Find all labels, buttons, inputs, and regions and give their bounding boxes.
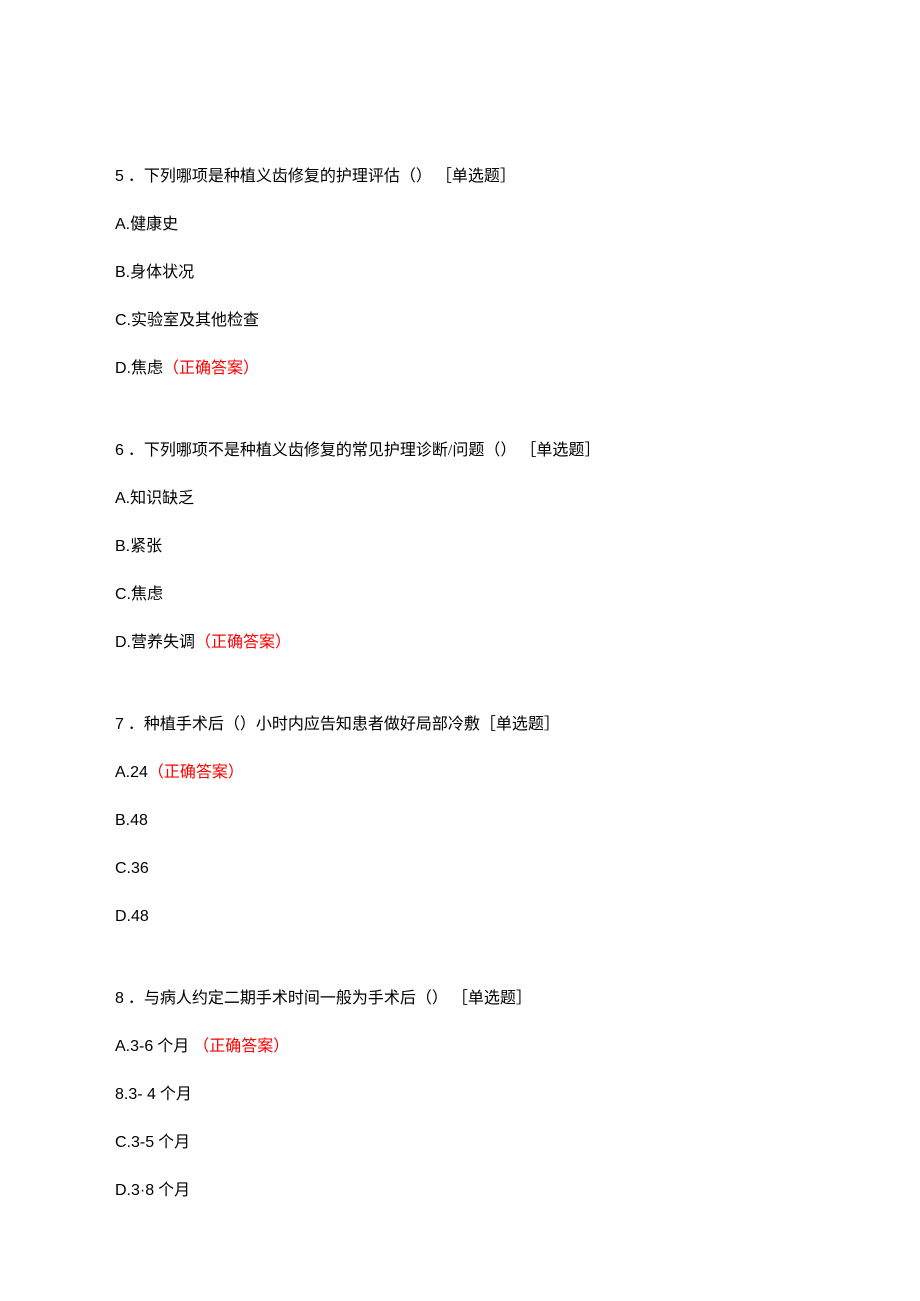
option-d: D.焦虑（正确答案） (115, 357, 805, 381)
option-label: A.3-6 (115, 1038, 153, 1055)
question-7: 7 ．种植手术后（）小时内应告知患者做好局部冷敷［单选题］ A.24（正确答案）… (115, 713, 805, 929)
option-text: 个月 (153, 1038, 193, 1055)
option-text: 紧张 (130, 538, 162, 555)
question-number: 5 (115, 168, 124, 185)
question-stem: 7 ．种植手术后（）小时内应告知患者做好局部冷敷［单选题］ (115, 713, 805, 737)
question-8: 8 ．与病人约定二期手术时间一般为手术后（） ［单选题］ A.3-6 个月 （正… (115, 987, 805, 1203)
option-d: D.48 (115, 905, 805, 929)
option-text: 个月 (156, 1086, 192, 1103)
question-text: ．下列哪项不是种植义齿修复的常见护理诊断/问题（） ［单选题］ (124, 442, 600, 459)
question-stem: 8 ．与病人约定二期手术时间一般为手术后（） ［单选题］ (115, 987, 805, 1011)
option-label: B.48 (115, 812, 148, 829)
correct-marker: （正确答案） (163, 360, 259, 377)
question-number: 7 (115, 716, 124, 733)
option-label: 8.3- 4 (115, 1086, 156, 1103)
option-text: 焦虑 (131, 360, 163, 377)
option-c: C.3-5 个月 (115, 1131, 805, 1155)
question-text: ．种植手术后（）小时内应告知患者做好局部冷敷［单选题］ (124, 716, 560, 733)
question-text: ．与病人约定二期手术时间一般为手术后（） ［单选题］ (124, 990, 532, 1007)
option-label: A. (115, 216, 130, 233)
option-label: C. (115, 312, 131, 329)
option-text: 实验室及其他检查 (131, 312, 259, 329)
option-label: C. (115, 586, 131, 603)
question-6: 6 ．下列哪项不是种植义齿修复的常见护理诊断/问题（） ［单选题］ A.知识缺乏… (115, 439, 805, 655)
option-text: 营养失调 (131, 634, 195, 651)
option-label: D. (115, 360, 131, 377)
correct-marker: （正确答案） (195, 634, 291, 651)
option-b: 8.3- 4 个月 (115, 1083, 805, 1107)
option-text: 个月 (154, 1182, 190, 1199)
correct-marker: （正确答案） (193, 1038, 289, 1055)
option-label: D. (115, 634, 131, 651)
option-d: D.营养失调（正确答案） (115, 631, 805, 655)
option-c: C.36 (115, 857, 805, 881)
question-text: ．下列哪项是种植义齿修复的护理评估（） ［单选题］ (124, 168, 516, 185)
option-label: D.48 (115, 908, 149, 925)
question-5: 5 ．下列哪项是种植义齿修复的护理评估（） ［单选题］ A.健康史 B.身体状况… (115, 165, 805, 381)
question-stem: 6 ．下列哪项不是种植义齿修复的常见护理诊断/问题（） ［单选题］ (115, 439, 805, 463)
option-a: A.知识缺乏 (115, 487, 805, 511)
question-number: 6 (115, 442, 124, 459)
correct-marker: （正确答案） (148, 764, 244, 781)
option-label: C.3-5 (115, 1134, 154, 1151)
option-label: C.36 (115, 860, 149, 877)
option-a: A.3-6 个月 （正确答案） (115, 1035, 805, 1059)
option-c: C.实验室及其他检查 (115, 309, 805, 333)
option-b: B.紧张 (115, 535, 805, 559)
option-text: 个月 (154, 1134, 190, 1151)
option-b: B.48 (115, 809, 805, 833)
option-label: D.3·8 (115, 1182, 154, 1199)
option-text: 知识缺乏 (130, 490, 194, 507)
question-stem: 5 ．下列哪项是种植义齿修复的护理评估（） ［单选题］ (115, 165, 805, 189)
option-label: A. (115, 490, 130, 507)
option-d: D.3·8 个月 (115, 1179, 805, 1203)
option-a: A.24（正确答案） (115, 761, 805, 785)
question-number: 8 (115, 990, 124, 1007)
option-a: A.健康史 (115, 213, 805, 237)
option-c: C.焦虑 (115, 583, 805, 607)
option-text: 健康史 (130, 216, 178, 233)
option-text: 身体状况 (130, 264, 194, 281)
option-b: B.身体状况 (115, 261, 805, 285)
option-label: B. (115, 538, 130, 555)
option-text: 焦虑 (131, 586, 163, 603)
option-label: A.24 (115, 764, 148, 781)
option-label: B. (115, 264, 130, 281)
document-page: 5 ．下列哪项是种植义齿修复的护理评估（） ［单选题］ A.健康史 B.身体状况… (0, 0, 920, 1301)
